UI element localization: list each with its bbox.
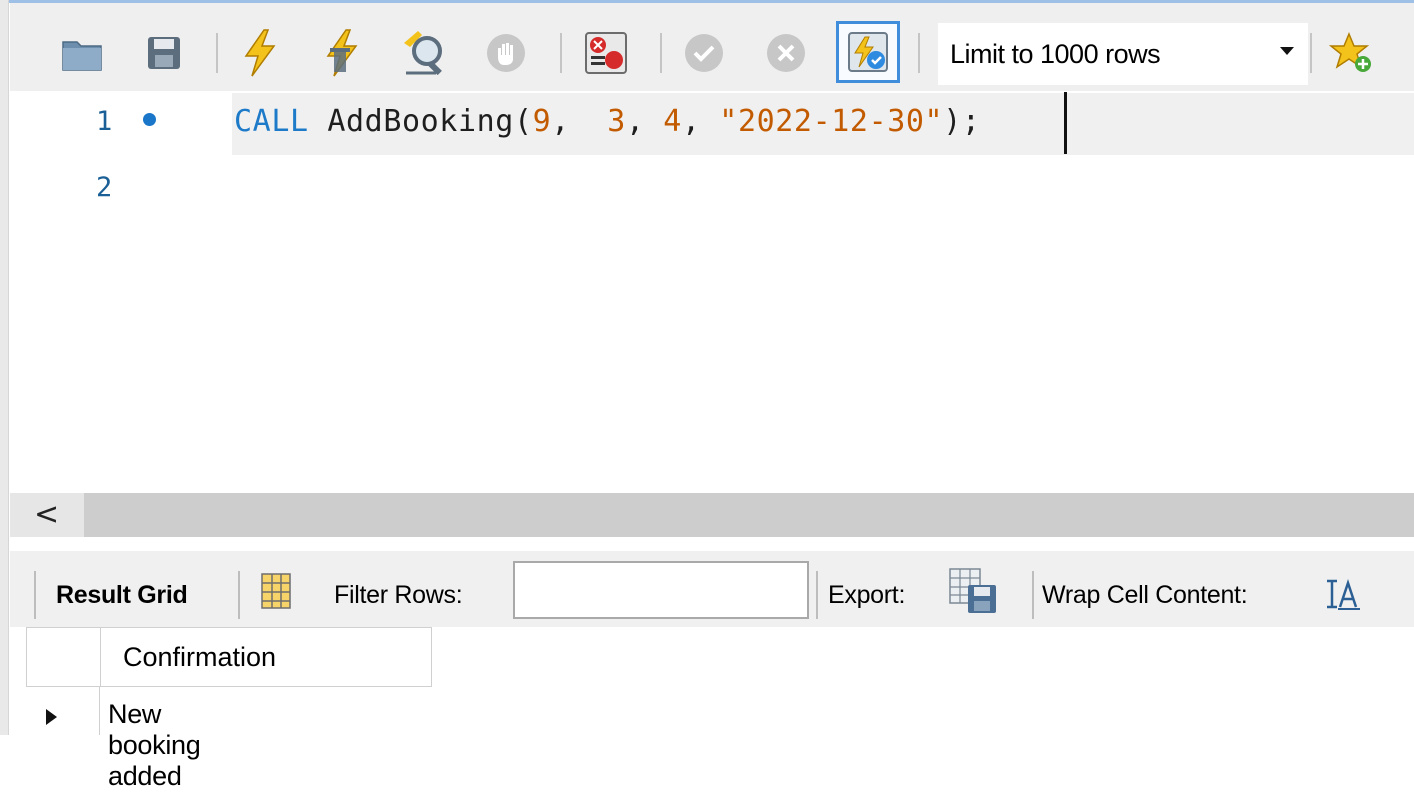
wrap-cell-content-icon[interactable]: [1324, 577, 1360, 618]
scrollbar-track[interactable]: [84, 493, 1414, 537]
procedure-name: AddBooking(: [327, 104, 533, 139]
code-line-1[interactable]: CALL AddBooking(9, 3, 4, "2022-12-30");: [234, 104, 981, 139]
open-file-icon[interactable]: [58, 29, 106, 77]
line-number: 2: [96, 172, 113, 203]
toolbar-separator: [560, 33, 562, 73]
filter-rows-label: Filter Rows:: [334, 581, 463, 609]
toggle-error-stop-icon[interactable]: [582, 29, 630, 77]
grid-cell[interactable]: New booking added: [108, 699, 201, 792]
save-icon[interactable]: [140, 29, 188, 77]
sql-string: "2022-12-30": [719, 104, 944, 139]
export-icon[interactable]: [948, 567, 998, 622]
sql-literal: 9: [532, 104, 552, 139]
horizontal-scrollbar[interactable]: <: [10, 493, 1414, 537]
current-row-icon: [46, 709, 57, 725]
rollback-icon[interactable]: [762, 29, 810, 77]
toolbar-separator: [238, 571, 240, 619]
add-snippet-icon[interactable]: [1328, 29, 1376, 77]
line-number: 1: [96, 106, 113, 137]
toolbar-separator: [1032, 571, 1034, 619]
grid-corner: [26, 627, 100, 687]
execute-all-icon[interactable]: [236, 29, 284, 77]
autocommit-icon[interactable]: [836, 21, 900, 83]
row-selector[interactable]: [26, 687, 100, 735]
wrap-cell-content-label: Wrap Cell Content:: [1042, 581, 1248, 609]
limit-rows-value: Limit to 1000 rows: [950, 38, 1161, 69]
toolbar-separator: [918, 33, 920, 73]
column-header-confirmation[interactable]: Confirmation: [100, 627, 432, 687]
sql-punctuation: ,: [551, 104, 608, 139]
export-label: Export:: [828, 581, 906, 609]
toolbar-separator: [660, 33, 662, 73]
result-toolbar: Result Grid Filter Rows: Export: Wrap Ce…: [10, 551, 1414, 627]
toolbar-separator: [1310, 33, 1312, 73]
toolbar-separator: [216, 33, 218, 73]
sql-editor-toolbar: Limit to 1000 rows: [10, 3, 1414, 91]
execute-current-icon[interactable]: [318, 29, 366, 77]
sql-punctuation: ,: [625, 104, 664, 139]
limit-rows-select[interactable]: Limit to 1000 rows: [938, 23, 1308, 85]
chevron-down-icon: [1280, 47, 1294, 55]
statement-marker-icon: [143, 113, 156, 126]
stop-icon[interactable]: [482, 29, 530, 77]
text-cursor: [1064, 92, 1067, 154]
toolbar-separator: [34, 571, 36, 619]
sql-keyword: CALL: [234, 104, 309, 139]
sql-punctuation: );: [943, 104, 981, 139]
sql-punctuation: ,: [681, 104, 720, 139]
form-editor-icon[interactable]: [260, 571, 292, 618]
result-grid-tab[interactable]: Result Grid: [56, 581, 188, 610]
scroll-left-icon[interactable]: <: [34, 497, 59, 532]
sql-literal: 3: [607, 104, 626, 139]
toolbar-separator: [816, 571, 818, 619]
filter-rows-input[interactable]: [513, 561, 809, 619]
left-edge: [0, 0, 9, 735]
sql-literal: 4: [663, 104, 682, 139]
explain-icon[interactable]: [400, 29, 448, 77]
commit-icon[interactable]: [680, 29, 728, 77]
